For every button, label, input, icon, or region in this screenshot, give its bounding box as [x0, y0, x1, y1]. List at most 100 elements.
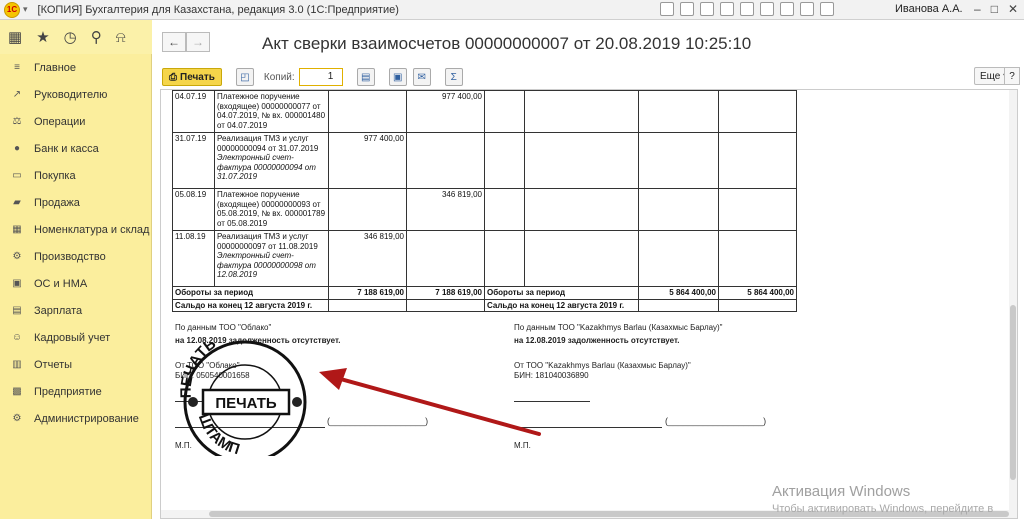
totals-row: Обороты за период 7 188 619,00 7 188 619,0…: [172, 286, 797, 300]
app-logo: 1С: [4, 1, 20, 18]
spreadsheet-document[interactable]: 04.07.19 Платежное поручение (входящее) 0…: [160, 89, 1018, 519]
description-cell: Реализация ТМЗ и услуг 00000000094 от 31…: [214, 132, 329, 189]
description-cell-text: Реализация ТМЗ и услуг 00000000097 от 11…: [217, 232, 318, 251]
description-cell: Платежное поручение (входящее) 000000000…: [214, 188, 329, 231]
totals-credit-right: 5 864 400,00: [718, 286, 797, 300]
minimize-icon[interactable]: –: [974, 2, 981, 16]
dropdown-icon[interactable]: ▾: [23, 4, 28, 15]
maximize-icon[interactable]: □: [991, 2, 998, 16]
description-cell: Платежное поручение (входящее) 000000000…: [214, 90, 329, 133]
sidebar-item-label: Главное: [34, 61, 77, 74]
sidebar-item[interactable]: ☺ Кадровый учет: [0, 324, 151, 351]
bell-icon[interactable]: [820, 2, 834, 16]
sidebar-item[interactable]: ≡ Главное: [0, 54, 151, 81]
envelope-icon: ✉: [417, 71, 426, 83]
totals-credit: 7 188 619,00: [406, 286, 485, 300]
edit-button[interactable]: ▤: [356, 68, 375, 86]
help-button[interactable]: ?: [1004, 67, 1020, 85]
empty-cell: [524, 132, 639, 189]
sidebar-item-label: Кадровый учет: [34, 331, 111, 344]
stamp-ornament-icon: [292, 397, 302, 407]
sidebar-item[interactable]: ⚖ Операции: [0, 108, 151, 135]
email-button[interactable]: ✉: [412, 68, 431, 86]
sum-button[interactable]: Σ: [444, 68, 463, 86]
main-panel: ← → Акт сверки взаимосчетов 00000000007 …: [152, 20, 1024, 519]
notes-icon[interactable]: [800, 2, 814, 16]
sidebar-item-label: Номенклатура и склад: [34, 223, 150, 236]
back-button[interactable]: ←: [162, 32, 186, 52]
sidebar-item[interactable]: ▦ Номенклатура и склад: [0, 216, 151, 243]
description-cell-text: Платежное поручение (входящее) 000000000…: [217, 190, 326, 228]
search-icon[interactable]: ⚲: [91, 28, 102, 46]
empty-cell: [484, 188, 525, 231]
sidebar-item[interactable]: ▩ Предприятие: [0, 378, 151, 405]
sum-icon: Σ: [450, 71, 457, 83]
debit-cell: 346 819,00: [328, 230, 407, 287]
sidebar-item[interactable]: ⚙ Производство: [0, 243, 151, 270]
empty-cell: [484, 132, 525, 189]
table-row: 04.07.19 Платежное поручение (входящее) 0…: [172, 90, 797, 133]
empty-cell: [524, 90, 639, 133]
empty-cell: [638, 90, 719, 133]
sidebar-item-label: ОС и НМА: [34, 277, 88, 290]
forward-arrow-icon: →: [192, 35, 204, 49]
sidebar-item[interactable]: ⚙ Администрирование: [0, 405, 151, 432]
sidebar-item[interactable]: ● Банк и касса: [0, 135, 151, 162]
empty-cell: [638, 298, 719, 312]
vertical-scrollbar[interactable]: [1009, 90, 1017, 518]
save-icon[interactable]: [660, 2, 674, 16]
print-icon[interactable]: [680, 2, 694, 16]
credit-cell-text: 346 819,00: [441, 190, 482, 199]
copies-input[interactable]: 1: [298, 68, 343, 86]
empty-cell: [638, 230, 719, 287]
star-icon[interactable]: ★: [36, 28, 49, 46]
cart-icon: ▭: [12, 170, 22, 181]
table-row: 31.07.19 Реализация ТМЗ и услуг 000000000…: [172, 132, 797, 189]
favorites-icon[interactable]: [720, 2, 734, 16]
saldo-label-right: Сальдо на конец 12 августа 2019 г.: [484, 298, 639, 312]
scroll-thumb[interactable]: [1010, 305, 1016, 480]
close-icon[interactable]: ✕: [1008, 2, 1018, 16]
sidebar-item[interactable]: ▤ Зарплата: [0, 297, 151, 324]
more-label: Еще: [980, 70, 1001, 82]
preview-button[interactable]: ◰: [235, 68, 254, 86]
sidebar-item[interactable]: ▰ Продажа: [0, 189, 151, 216]
sidebar-item-label: Банк и касса: [34, 142, 99, 155]
back-arrow-icon: ←: [168, 35, 180, 49]
apps-grid-icon[interactable]: ▦: [8, 28, 22, 46]
save-button[interactable]: ▣: [388, 68, 407, 86]
sale-icon: ▰: [13, 197, 21, 208]
date-cell-text: 11.08.19: [175, 232, 206, 241]
history-icon[interactable]: ◷: [64, 28, 77, 46]
sidebar-item-label: Покупка: [34, 169, 76, 182]
date-cell-text: 04.07.19: [175, 92, 207, 101]
forward-button[interactable]: →: [186, 32, 210, 52]
sidebar-item[interactable]: ↗ Руководителю: [0, 81, 151, 108]
right-stamp-place: М.П.: [514, 441, 531, 450]
debit-cell-text: 977 400,00: [363, 134, 404, 143]
empty-cell: [484, 230, 525, 287]
notification-bell-icon[interactable]: ⍾: [116, 29, 126, 46]
totals-label-right: Обороты за период: [484, 286, 639, 300]
calendar-icon[interactable]: [760, 2, 774, 16]
link-icon[interactable]: [700, 2, 714, 16]
sidebar-item-label: Администрирование: [34, 412, 139, 425]
sidebar-item[interactable]: ▥ Отчеты: [0, 351, 151, 378]
history-icon[interactable]: [740, 2, 754, 16]
menu-icon: ≡: [14, 62, 20, 73]
print-button[interactable]: ⎙ Печать: [162, 68, 222, 86]
debit-cell: [328, 188, 407, 231]
description-cell-text: Реализация ТМЗ и услуг 00000000094 от 31…: [217, 134, 319, 153]
sidebar-item[interactable]: ▭ Покупка: [0, 162, 151, 189]
calculator-icon[interactable]: [780, 2, 794, 16]
copies-label: Копий:: [263, 71, 295, 83]
empty-cell: [718, 90, 797, 133]
table-row: 05.08.19 Платежное поручение (входящее) 0…: [172, 188, 797, 231]
chart-icon: ↗: [12, 89, 22, 100]
user-name[interactable]: Иванова А.А.: [895, 3, 963, 15]
empty-cell: [524, 188, 639, 231]
stamp-bottom-text: ШТАМП: [195, 411, 242, 456]
stamp-seal: ПЕЧАТЬ ШТАМП ПЕЧАТЬ: [178, 336, 307, 456]
sidebar-item[interactable]: ▣ ОС и НМА: [0, 270, 151, 297]
debit-cell: 977 400,00: [328, 132, 407, 189]
